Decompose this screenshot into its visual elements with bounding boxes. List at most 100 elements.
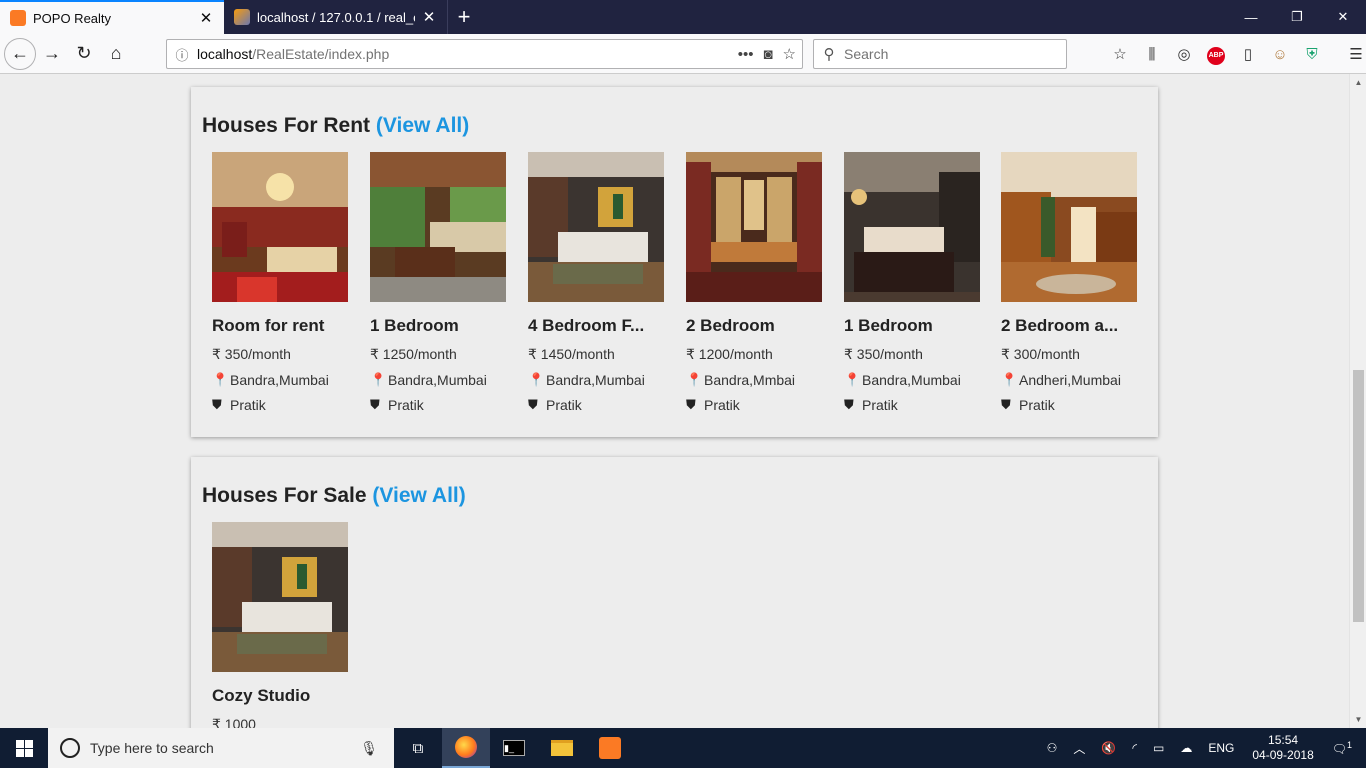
taskbar-clock[interactable]: 15:54 04-09-2018 [1242,733,1323,763]
pocket-icon[interactable]: ◙ [763,46,772,63]
property-photo[interactable] [370,152,506,302]
rent-card[interactable]: 2 Bedroom a... ₹ 300/month 📍 Andheri,Mumb… [1001,152,1137,413]
toolbar-icons: ☆ ⫼ ◎ ABP ▯ ☺ ⛨ ☰ [1104,34,1366,74]
property-owner: ⛊ Pratik [1001,397,1137,413]
property-photo[interactable] [844,152,980,302]
property-photo[interactable] [212,152,348,302]
close-window-icon[interactable]: ✕ [1320,0,1366,34]
location-text: Bandra,Mumbai [862,372,961,388]
bookmarks-icon[interactable]: ☆ [1104,45,1136,63]
property-photo[interactable] [212,522,348,672]
volume-muted-icon[interactable]: 🔇 [1093,741,1124,755]
window-controls: — ❐ ✕ [1228,0,1366,34]
taskbar-search-input[interactable]: Type here to search 🎙 [48,728,394,768]
property-owner: ⛊ Pratik [686,397,822,413]
location-text: Bandra,Mumbai [546,372,645,388]
property-name[interactable]: Room for rent [212,316,348,336]
sync-icon[interactable]: ◎ [1168,45,1200,63]
location-text: Bandra,Mmbai [704,372,796,388]
rent-view-all-link[interactable]: (View All) [376,114,469,137]
battery-icon[interactable]: ▭ [1145,741,1172,755]
page-actions-icon[interactable]: ••• [738,46,754,63]
forward-icon[interactable]: → [36,38,68,70]
new-tab-button[interactable]: + [448,0,480,34]
property-location: 📍 Bandra,Mumbai [528,372,664,388]
property-name[interactable]: 1 Bedroom [370,316,506,336]
home-icon[interactable]: ⌂ [100,38,132,70]
property-name[interactable]: Cozy Studio [212,686,348,706]
restore-icon[interactable]: ❐ [1274,0,1320,34]
tab-popo-realty[interactable]: POPO Realty ✕ [0,0,224,34]
scrollbar-thumb[interactable] [1353,370,1364,622]
adblock-icon[interactable]: ABP [1200,44,1232,65]
close-tab-icon[interactable]: ✕ [198,9,214,27]
action-center-icon[interactable]: 🗨1 [1324,740,1366,756]
firefox-taskbar-icon[interactable] [442,728,490,768]
property-name[interactable]: 2 Bedroom [686,316,822,336]
sale-heading: Houses For Sale [202,484,367,507]
verified-shield-icon: ⛊ [528,397,538,412]
terminal-taskbar-icon[interactable]: ▮_ [490,728,538,768]
close-tab-icon[interactable]: ✕ [421,8,437,26]
minimize-icon[interactable]: — [1228,0,1274,34]
search-placeholder: Search [844,46,889,62]
property-photo[interactable] [686,152,822,302]
property-photo[interactable] [1001,152,1137,302]
location-text: Bandra,Mumbai [230,372,329,388]
location-pin-icon: 📍 [528,372,545,387]
show-hidden-icons-icon[interactable]: ︿ [1065,740,1093,757]
cortana-icon [60,738,80,758]
extension-icon[interactable]: ☺ [1264,46,1296,63]
rent-card[interactable]: 2 Bedroom ₹ 1200/month 📍 Bandra,Mmbai ⛊ Pr… [686,152,822,413]
notification-count: 1 [1346,740,1352,750]
sale-section-title: Houses For Sale (View All) [202,484,466,508]
tab-phpmyadmin[interactable]: localhost / 127.0.0.1 / real_estat ✕ [224,0,448,34]
sidebar-icon[interactable]: ▯ [1232,45,1264,63]
windows-start-icon[interactable] [0,728,48,768]
price-text: ₹ 1250/month [370,346,457,362]
sale-view-all-link[interactable]: (View All) [372,484,465,507]
url-path: /RealEstate/index.php [252,46,390,62]
property-location: 📍 Andheri,Mumbai [1001,372,1137,388]
property-price: ₹ 1250/month [370,346,506,363]
microphone-icon[interactable]: 🎙 [360,740,378,757]
people-icon[interactable]: ⚇ [1039,741,1066,755]
scroll-up-icon[interactable]: ▲ [1350,74,1366,91]
menu-icon[interactable]: ☰ [1340,45,1366,63]
shield-icon[interactable]: ⛨ [1296,46,1328,63]
scroll-down-icon[interactable]: ▼ [1350,711,1366,728]
file-explorer-icon[interactable] [538,728,586,768]
sale-card[interactable]: Cozy Studio ₹ 1000 [212,522,348,728]
wifi-icon[interactable]: ◜ [1124,741,1145,755]
property-photo[interactable] [528,152,664,302]
library-icon[interactable]: ⫼ [1136,46,1168,63]
url-host: localhost [197,46,253,62]
property-location: 📍 Bandra,Mumbai [212,372,348,388]
search-input[interactable]: ⚲ Search [813,39,1067,69]
property-name[interactable]: 1 Bedroom [844,316,980,336]
language-indicator[interactable]: ENG [1200,741,1242,755]
property-owner: ⛊ Pratik [844,397,980,413]
site-info-icon[interactable]: ⓘ [167,45,197,64]
location-pin-icon: 📍 [844,372,861,387]
xampp-taskbar-icon[interactable] [586,728,634,768]
bookmark-star-icon[interactable]: ☆ [783,45,796,63]
property-name[interactable]: 4 Bedroom F... [528,316,664,336]
rent-card[interactable]: 1 Bedroom ₹ 1250/month 📍 Bandra,Mumbai ⛊ P… [370,152,506,413]
task-view-icon[interactable]: ⧉ [394,728,442,768]
owner-text: Pratik [862,397,898,413]
rent-card[interactable]: 4 Bedroom F... ₹ 1450/month 📍 Bandra,Mumb… [528,152,664,413]
back-icon[interactable]: ← [4,37,36,70]
url-bar[interactable]: ⓘ localhost/RealEstate/index.php ••• ◙ ☆ [166,39,803,69]
property-name[interactable]: 2 Bedroom a... [1001,316,1137,336]
tab-title: localhost / 127.0.0.1 / real_estat [257,9,415,25]
rent-card[interactable]: 1 Bedroom ₹ 350/month 📍 Bandra,Mumbai ⛊ Pr… [844,152,980,413]
property-price: ₹ 1000 [212,716,348,728]
page-scrollbar[interactable]: ▲ ▼ [1349,74,1366,728]
browser-tab-strip: POPO Realty ✕ localhost / 127.0.0.1 / re… [0,0,1366,34]
owner-text: Pratik [546,397,582,413]
reload-icon[interactable]: ↻ [68,38,100,70]
price-text: ₹ 300/month [1001,346,1080,362]
rent-card[interactable]: Room for rent ₹ 350/month 📍 Bandra,Mumbai… [212,152,348,413]
onedrive-icon[interactable]: ☁ [1172,741,1200,755]
